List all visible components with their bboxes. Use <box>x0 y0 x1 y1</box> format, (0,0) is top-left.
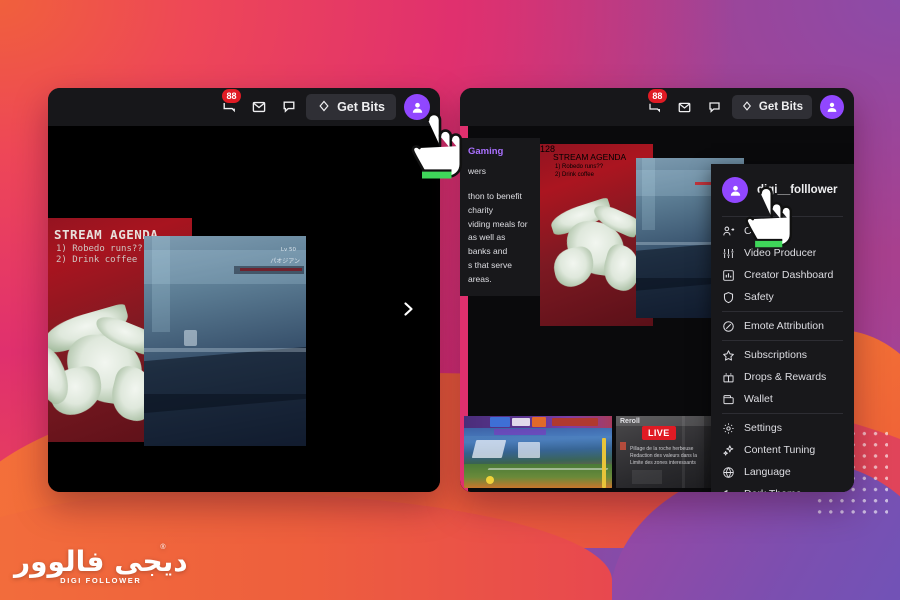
browser-window-right: 88 Get Bits Gaming wers thon to benefit … <box>460 88 854 492</box>
emote-attribution-icon <box>722 320 735 333</box>
notifications-badge: 88 <box>647 89 667 103</box>
globe-icon <box>722 466 735 479</box>
menu-item-drops-rewards[interactable]: Drops & Rewards <box>711 366 854 388</box>
agenda-line-1: 1) Robedo runs?? <box>56 244 143 254</box>
notifications-badge: 88 <box>222 89 242 103</box>
browser-window-left: 88 Get Bits STREAM AGENDA 1) Robedo runs… <box>48 88 440 492</box>
desc-line: charity <box>468 204 494 215</box>
star-icon <box>722 349 735 362</box>
person-arrow-icon <box>722 225 735 238</box>
agenda-title: STREAM AGENDA <box>553 152 627 162</box>
menu-item-label: Creator Dashboard <box>744 269 834 281</box>
bits-diamond-icon <box>741 100 753 115</box>
rocket-league-thumbnail[interactable] <box>464 416 612 488</box>
sliders-icon <box>722 247 735 260</box>
menu-item-label: Settings <box>744 422 782 434</box>
live-stream-thumbnail[interactable]: Reroll LIVE Pillage de la roche herbeuse… <box>616 416 724 488</box>
desc-line: banks and <box>468 246 508 257</box>
menu-item-label: Emote Attribution <box>744 320 824 332</box>
watermark-registered-mark: ® <box>160 543 166 551</box>
agenda-title: STREAM AGENDA <box>54 227 159 242</box>
menu-item-creator-dashboard[interactable]: Creator Dashboard <box>711 264 854 286</box>
agenda-line-1: 1) Robedo runs?? <box>555 164 604 170</box>
menu-divider <box>722 216 843 217</box>
watermark-latin: DIGI FOLLOWER <box>60 575 142 585</box>
get-bits-label: Get Bits <box>758 101 803 113</box>
gift-icon <box>722 371 735 384</box>
watermark-persian: دیجی فالوور <box>14 544 189 578</box>
menu-item-label: Subscriptions <box>744 349 808 361</box>
user-avatar-icon[interactable] <box>404 94 430 120</box>
right-topbar: 88 Get Bits <box>460 88 854 126</box>
menu-item-label: Video Producer <box>744 247 817 259</box>
menu-item-safety[interactable]: Safety <box>711 286 854 308</box>
desc-line: areas. <box>468 273 492 284</box>
agenda-line-2: 2) Drink coffee <box>555 172 594 178</box>
menu-item-content-tuning[interactable]: Content Tuning <box>711 439 854 461</box>
channel-info-panel: Gaming wers thon to benefit charity vidi… <box>460 138 540 297</box>
game-level-label: Lv 50 <box>280 247 296 253</box>
game-name-label: パオジアン <box>270 258 300 265</box>
menu-divider <box>722 340 843 341</box>
inbox-icon[interactable] <box>246 94 272 120</box>
menu-item-label: Drops & Rewards <box>744 371 827 383</box>
desc-line: as well as <box>468 232 506 243</box>
account-dropdown-menu: digi__folllower Channel Video Producer C… <box>711 164 854 492</box>
game-clip-card[interactable]: Lv 50 パオジアン <box>144 236 306 446</box>
menu-item-label: Wallet <box>744 393 773 405</box>
inbox-icon[interactable] <box>672 94 698 120</box>
menu-item-label: Safety <box>744 291 774 303</box>
menu-divider <box>722 413 843 414</box>
menu-item-settings[interactable]: Settings <box>711 417 854 439</box>
watermark-logo: دیجی فالوور DIGI FOLLOWER ® <box>14 544 189 585</box>
notifications-icon[interactable]: 88 <box>216 89 242 120</box>
desc-line: s that serve <box>468 259 512 270</box>
menu-item-label: Dark Theme <box>744 488 802 492</box>
live-badge: LIVE <box>642 426 676 440</box>
menu-item-subscriptions[interactable]: Subscriptions <box>711 344 854 366</box>
channel-category-link[interactable]: Gaming <box>468 146 534 157</box>
bits-diamond-icon <box>317 99 331 116</box>
gear-icon <box>722 422 735 435</box>
left-topbar: 88 Get Bits <box>48 88 440 126</box>
shield-icon <box>722 291 735 304</box>
whispers-icon[interactable] <box>702 94 728 120</box>
follower-count-label: wers <box>468 166 486 176</box>
moon-icon <box>722 488 735 492</box>
dropdown-user-row[interactable]: digi__folllower <box>711 170 854 213</box>
right-stage: Gaming wers thon to benefit charity vidi… <box>460 126 854 492</box>
menu-item-label: Channel <box>744 225 784 237</box>
live-caption-3: Limite des zones interessants <box>630 460 696 466</box>
chevron-right-icon[interactable] <box>398 299 418 319</box>
bar-chart-icon <box>722 269 735 282</box>
notifications-icon[interactable]: 88 <box>642 89 668 120</box>
get-bits-button[interactable]: Get Bits <box>731 95 812 119</box>
sparkle-icon <box>722 444 735 457</box>
live-thumb-title: Reroll <box>620 418 640 425</box>
menu-item-dark-theme[interactable]: Dark Theme <box>711 483 854 492</box>
menu-item-wallet[interactable]: Wallet <box>711 388 854 410</box>
menu-item-emote-attribution[interactable]: Emote Attribution <box>711 315 854 337</box>
get-bits-label: Get Bits <box>337 100 385 114</box>
dropdown-username: digi__folllower <box>757 184 838 196</box>
wallet-icon <box>722 393 735 406</box>
menu-item-label: Language <box>744 466 791 478</box>
whispers-icon[interactable] <box>276 94 302 120</box>
menu-item-channel[interactable]: Channel <box>711 220 854 242</box>
menu-item-label: Content Tuning <box>744 444 816 456</box>
user-avatar-icon <box>722 177 748 203</box>
menu-item-video-producer[interactable]: Video Producer <box>711 242 854 264</box>
left-stage: STREAM AGENDA 1) Robedo runs?? 2) Drink … <box>48 126 440 492</box>
get-bits-button[interactable]: Get Bits <box>306 94 396 120</box>
menu-item-language[interactable]: Language <box>711 461 854 483</box>
desc-line: viding meals for <box>468 218 528 229</box>
desc-line: thon to benefit <box>468 191 522 201</box>
menu-divider <box>722 311 843 312</box>
agenda-line-2: 2) Drink coffee <box>56 255 138 265</box>
channel-description: thon to benefit charity viding meals for… <box>468 190 534 286</box>
user-avatar-icon[interactable] <box>820 95 844 119</box>
